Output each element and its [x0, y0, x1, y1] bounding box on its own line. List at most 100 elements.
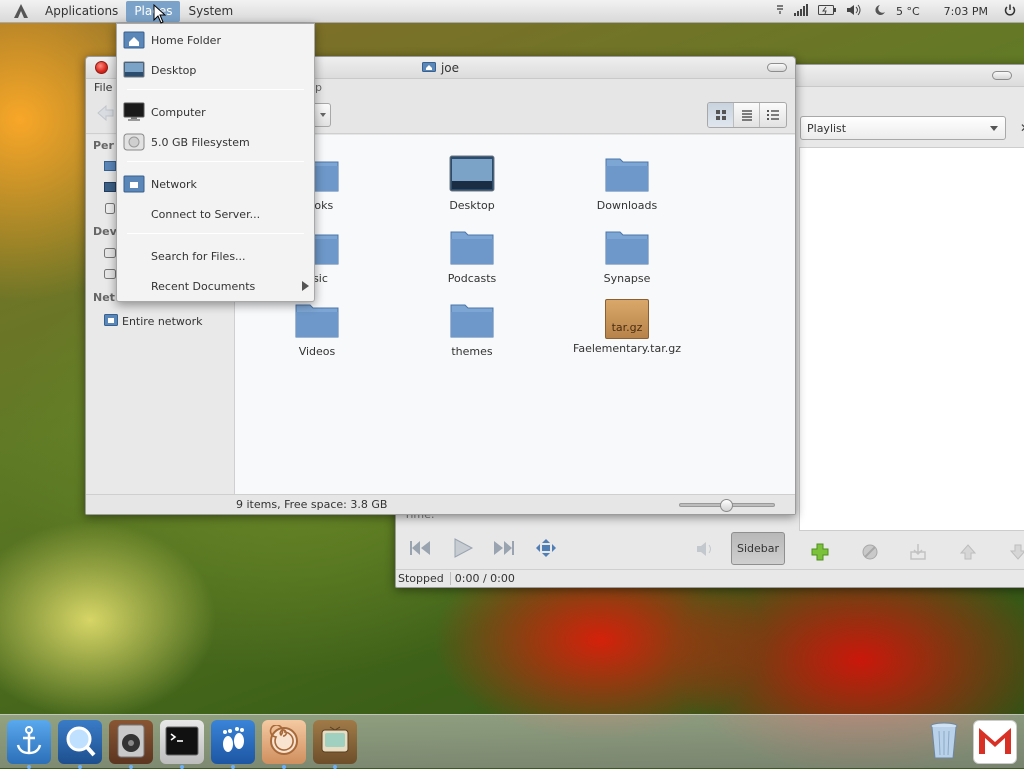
close-icon[interactable]: ✕	[1020, 121, 1024, 135]
dock-item-browser[interactable]	[58, 720, 102, 769]
dock-item-video-player[interactable]	[313, 720, 357, 769]
menu-item-computer[interactable]: Computer	[117, 99, 314, 125]
previous-track-icon[interactable]	[408, 539, 432, 560]
file-item-folder[interactable]: Synapse	[567, 226, 687, 285]
move-down-icon[interactable]	[1009, 543, 1024, 564]
add-icon[interactable]	[811, 543, 829, 564]
maximize-button[interactable]	[767, 63, 787, 72]
submenu-arrow-icon	[301, 281, 309, 294]
harddisk-icon[interactable]	[104, 247, 116, 262]
file-name: Faelementary.tar.gz	[573, 342, 681, 355]
running-indicator	[333, 765, 337, 769]
playlist-select-value: Playlist	[807, 121, 847, 135]
file-name: themes	[451, 345, 493, 358]
file-item-archive[interactable]: tar.gz Faelementary.tar.gz	[567, 299, 687, 355]
playlist-toolbar	[799, 535, 1024, 567]
next-track-icon[interactable]	[492, 539, 516, 560]
folder-icon	[295, 304, 339, 338]
menu-item-connect-to-server[interactable]: Connect to Server...	[117, 201, 314, 227]
file-name: Synapse	[603, 272, 651, 285]
playback-position: 0:00 / 0:00	[454, 572, 515, 585]
signal-strength-icon[interactable]	[793, 3, 808, 19]
zoom-slider-handle[interactable]	[720, 499, 733, 512]
dock-item-gmail[interactable]	[973, 720, 1017, 764]
view-mode-switcher	[707, 101, 787, 128]
menu-item-desktop[interactable]: Desktop	[117, 57, 314, 83]
dock-item-pidgin[interactable]	[211, 720, 255, 769]
volume-icon[interactable]	[696, 541, 716, 560]
sidebar-section-network: Net	[93, 291, 115, 304]
sidebar-toggle-button[interactable]: Sidebar	[731, 532, 785, 565]
menu-item-search-for-files[interactable]: Search for Files...	[117, 243, 314, 269]
file-manager-statusbar: 9 items, Free space: 3.8 GB	[86, 494, 795, 514]
harddisk-icon	[123, 131, 145, 154]
file-menu[interactable]: File	[94, 81, 112, 94]
panel-indicators: 5 °C 7:03 PM	[776, 3, 1024, 19]
running-indicator	[180, 765, 184, 769]
file-item-folder[interactable]: themes	[412, 299, 532, 358]
desktop-icon	[123, 59, 145, 82]
playlist-select[interactable]: Playlist	[800, 116, 1006, 140]
menu-separator	[127, 233, 304, 234]
sidebar-section-devices: Dev	[93, 225, 117, 238]
list-view-button[interactable]	[734, 102, 760, 127]
trash-icon[interactable]	[104, 202, 116, 217]
trash-icon	[928, 721, 960, 764]
icon-view-button[interactable]	[708, 102, 734, 127]
menu-item-filesystem[interactable]: 5.0 GB Filesystem	[117, 129, 314, 155]
back-icon[interactable]	[96, 104, 114, 125]
play-icon[interactable]	[452, 537, 474, 562]
maximize-button[interactable]	[992, 71, 1012, 80]
zoom-slider[interactable]	[679, 499, 775, 512]
menu-item-recent-documents[interactable]: Recent Documents	[117, 273, 314, 299]
dock-item-launcher[interactable]	[7, 720, 51, 769]
playlist-area[interactable]	[799, 147, 1024, 531]
file-name: Downloads	[596, 199, 658, 212]
home-folder-icon[interactable]	[104, 160, 116, 175]
fullscreen-icon[interactable]	[535, 538, 557, 561]
sidebar-item-entire-network[interactable]: Entire network	[104, 313, 203, 329]
file-item-folder[interactable]: Downloads	[567, 153, 687, 212]
file-name: Videos	[298, 345, 336, 358]
chevron-down-icon[interactable]	[776, 4, 784, 18]
remove-icon[interactable]	[861, 543, 879, 564]
close-button[interactable]	[95, 61, 108, 74]
distro-logo-icon[interactable]	[11, 1, 31, 21]
dock-item-trash[interactable]	[922, 720, 966, 764]
volume-icon[interactable]	[846, 4, 862, 19]
menu-separator	[127, 89, 304, 90]
move-up-icon[interactable]	[959, 543, 977, 564]
weather-temperature[interactable]: 5 °C	[896, 5, 920, 18]
file-item-folder[interactable]: Podcasts	[412, 226, 532, 285]
running-indicator	[27, 765, 31, 769]
location-dropdown-icon[interactable]	[315, 103, 331, 127]
places-dropdown-menu: Home Folder Desktop Computer 5.0 GB File…	[116, 23, 315, 302]
weather-moon-icon[interactable]	[872, 4, 886, 19]
dock	[0, 714, 1024, 769]
save-icon[interactable]	[909, 543, 927, 564]
system-menu[interactable]: System	[180, 1, 241, 22]
menu-item-network[interactable]: Network	[117, 171, 314, 197]
battery-icon[interactable]	[817, 4, 836, 19]
computer-icon	[123, 101, 145, 124]
desktop-icon[interactable]	[104, 181, 116, 196]
menu-item-label: Home Folder	[151, 33, 221, 47]
dock-item-shell-app[interactable]	[262, 720, 306, 769]
browser-icon	[64, 725, 96, 760]
file-item-desktop[interactable]: Desktop	[412, 153, 532, 212]
dock-item-terminal[interactable]	[160, 720, 204, 769]
file-item-folder[interactable]: Videos	[257, 299, 377, 358]
file-icon-view[interactable]: books Desktop Downloads usic Podcasts Sy…	[235, 135, 795, 494]
dock-item-music-player[interactable]	[109, 720, 153, 769]
media-player-statusbar: Stopped 0:00 / 0:00	[396, 569, 1024, 587]
file-name: Desktop	[449, 199, 495, 212]
chevron-down-icon	[989, 123, 999, 136]
power-icon[interactable]	[1004, 4, 1016, 19]
help-menu-partial[interactable]: p	[315, 81, 322, 94]
clock[interactable]: 7:03 PM	[944, 5, 988, 18]
menu-item-label: Search for Files...	[151, 249, 246, 263]
compact-view-button[interactable]	[760, 103, 786, 127]
harddisk-icon[interactable]	[104, 268, 116, 283]
applications-menu[interactable]: Applications	[37, 1, 126, 22]
menu-item-home-folder[interactable]: Home Folder	[117, 27, 314, 53]
